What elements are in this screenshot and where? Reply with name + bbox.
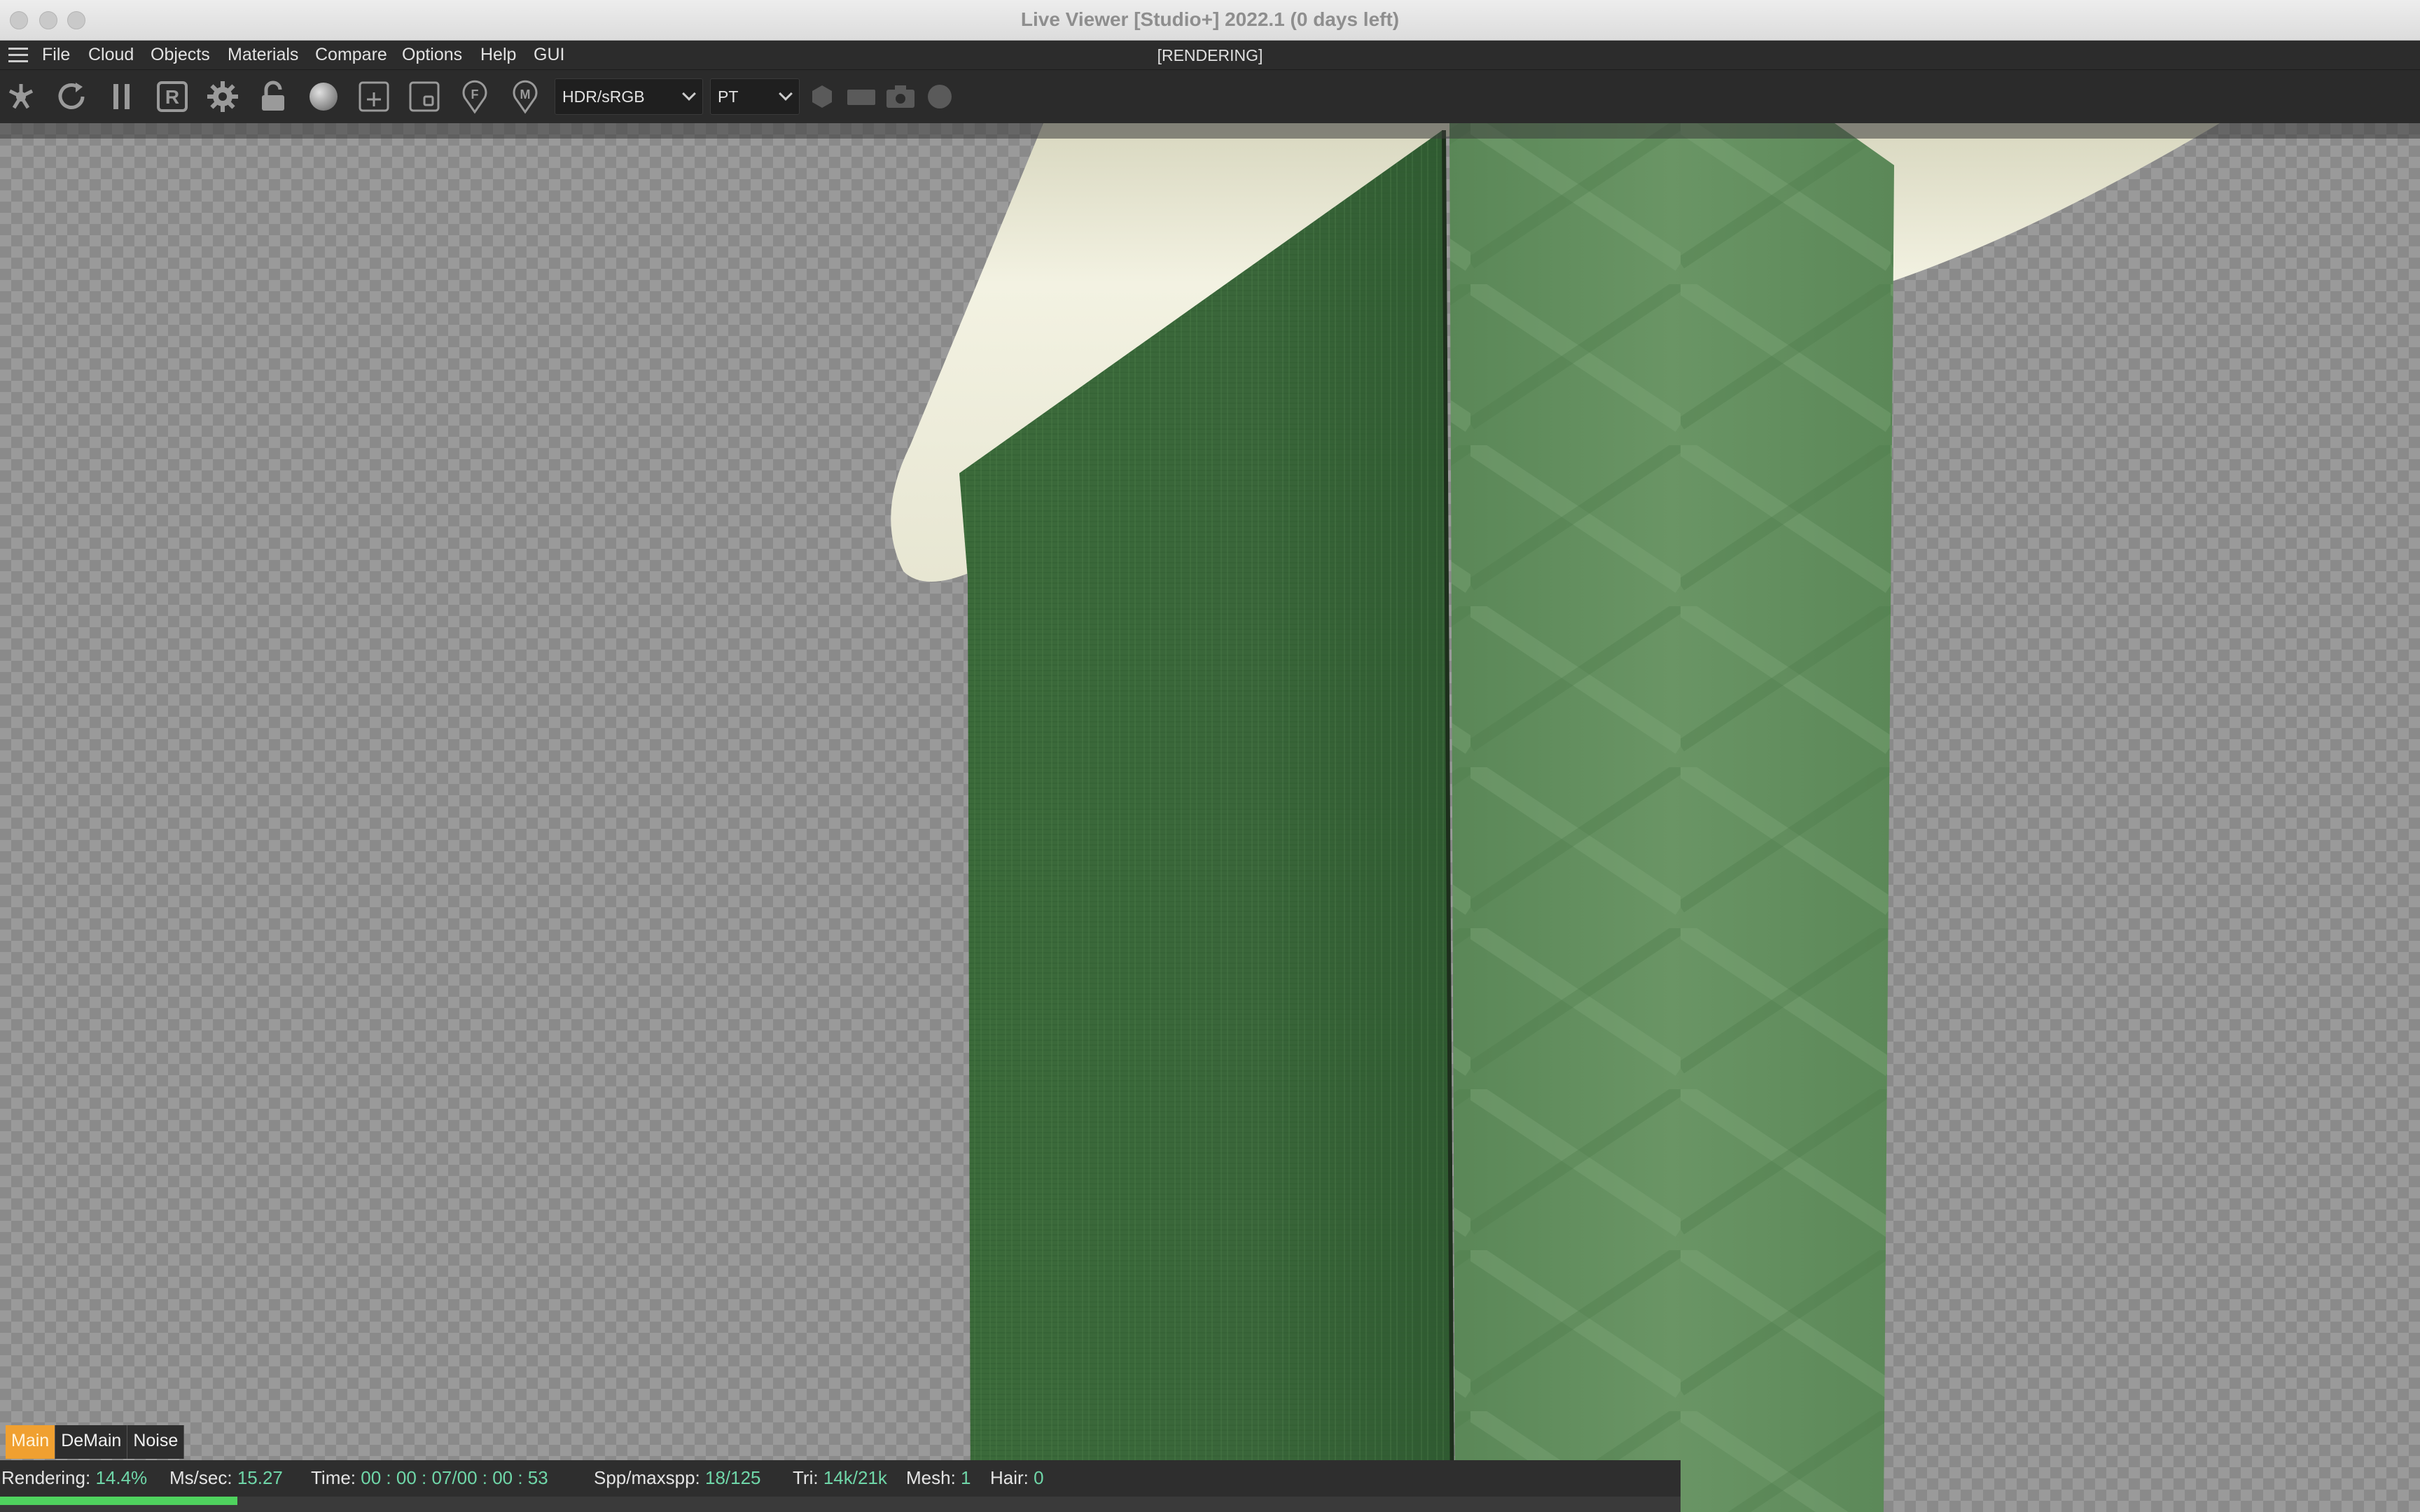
menu-cloud[interactable]: Cloud: [88, 45, 134, 65]
menu-bar: File Cloud Objects Materials Compare Opt…: [0, 41, 2420, 70]
film-region-icon[interactable]: [405, 77, 444, 116]
render-progress-fill: [0, 1497, 237, 1505]
unlock-icon[interactable]: [253, 77, 293, 116]
chevron-down-icon: [779, 87, 793, 101]
title-bar: Live Viewer [Studio+] 2022.1 (0 days lef…: [0, 0, 2420, 41]
stat-ms-sec: Ms/sec: 15.27: [169, 1467, 283, 1488]
hexagon-icon[interactable]: [802, 77, 842, 116]
pause-icon[interactable]: [102, 77, 141, 116]
menu-materials[interactable]: Materials: [228, 45, 298, 65]
menu-file[interactable]: File: [42, 45, 70, 65]
status-bar: Rendering: 14.4% Ms/sec: 15.27 Time: 00 …: [0, 1460, 1681, 1497]
menu-gui[interactable]: GUI: [534, 45, 564, 65]
focus-picker-icon[interactable]: F: [455, 77, 494, 116]
tab-main[interactable]: Main: [6, 1425, 56, 1459]
octane-logo-icon[interactable]: [1, 77, 41, 116]
gear-icon[interactable]: [203, 77, 242, 116]
rect-icon[interactable]: [842, 77, 881, 116]
toolbar: R F M HDR/sRGB PT: [0, 70, 2420, 123]
svg-text:R: R: [165, 86, 179, 108]
kernel-value: PT: [718, 88, 739, 106]
add-region-icon[interactable]: [354, 77, 394, 116]
render-viewport[interactable]: [0, 123, 2420, 1512]
stat-rendering: Rendering: 14.4%: [1, 1467, 148, 1488]
render-region-icon[interactable]: R: [153, 77, 192, 116]
stat-hair: Hair: 0: [990, 1467, 1044, 1488]
material-picker-icon[interactable]: M: [506, 77, 545, 116]
refresh-icon[interactable]: [52, 77, 91, 116]
svg-text:F: F: [471, 88, 479, 102]
hamburger-menu-icon[interactable]: [8, 48, 28, 63]
stat-tri: Tri: 14k/21k: [793, 1467, 887, 1488]
circle-icon[interactable]: [920, 77, 959, 116]
tab-noise[interactable]: Noise: [127, 1425, 185, 1459]
menu-compare[interactable]: Compare: [315, 45, 387, 65]
color-space-select[interactable]: HDR/sRGB: [555, 78, 703, 115]
stat-mesh: Mesh: 1: [906, 1467, 971, 1488]
camera-icon[interactable]: [881, 77, 920, 116]
render-pass-tabs: Main DeMain Noise: [6, 1425, 185, 1459]
color-space-value: HDR/sRGB: [562, 88, 645, 106]
rendered-image: [891, 123, 2220, 1512]
menu-options[interactable]: Options: [402, 45, 462, 65]
kernel-select[interactable]: PT: [710, 78, 800, 115]
render-progress-bar: [0, 1497, 1681, 1512]
menu-objects[interactable]: Objects: [151, 45, 210, 65]
stat-spp: Spp/maxspp: 18/125: [594, 1467, 761, 1488]
chevron-down-icon: [682, 87, 696, 101]
viewport-top-shade: [0, 123, 2420, 139]
tab-demain[interactable]: DeMain: [55, 1425, 128, 1459]
stat-time: Time: 00 : 00 : 07/00 : 00 : 53: [311, 1467, 548, 1488]
menu-help[interactable]: Help: [480, 45, 516, 65]
svg-text:M: M: [520, 88, 531, 102]
material-sphere-icon[interactable]: [304, 77, 343, 116]
window-title: Live Viewer [Studio+] 2022.1 (0 days lef…: [1020, 8, 1400, 30]
